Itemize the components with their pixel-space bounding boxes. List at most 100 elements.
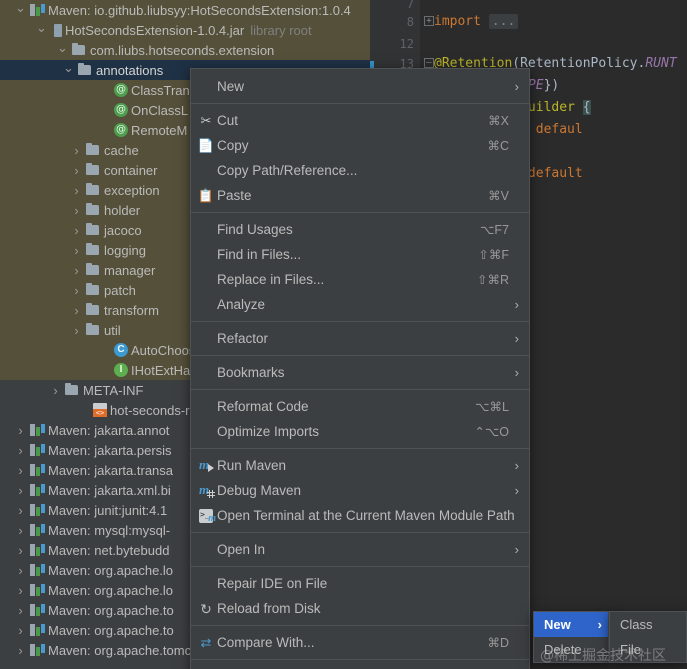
tree-expand-arrow[interactable] <box>14 584 27 597</box>
tree-expand-arrow[interactable] <box>14 424 27 437</box>
tree-row-label: META-INF <box>83 382 144 398</box>
tree-row-label: Maven: jakarta.xml.bi <box>48 482 171 498</box>
menu-item-icon <box>195 331 217 347</box>
tree-expand-arrow[interactable] <box>35 24 48 37</box>
menu-item[interactable]: Bookmarks › <box>191 360 529 385</box>
maven-icon <box>29 522 45 538</box>
clipboard-icon: 📋 <box>197 187 215 203</box>
tree-expand-arrow[interactable] <box>70 264 83 277</box>
menu-separator <box>191 212 529 213</box>
menu-item[interactable]: ✂ Cut ⌘X <box>191 108 529 133</box>
tree-expand-arrow[interactable] <box>14 644 27 657</box>
tree-row-label: Maven: org.apache.to <box>48 602 174 618</box>
code-keyword-import: import <box>434 14 481 29</box>
annotation-icon: @ <box>114 123 128 137</box>
tree-expand-arrow[interactable] <box>49 384 62 397</box>
menu-item[interactable]: Analyze › <box>191 292 529 317</box>
menu-item-icon <box>195 79 217 95</box>
menu-item-label: Find in Files... <box>217 247 302 262</box>
menu-item[interactable]: Replace in Files... ⇧⌘R <box>191 267 529 292</box>
tree-expand-arrow[interactable] <box>70 284 83 297</box>
menu-item[interactable]: ↻ Reload from Disk <box>191 596 529 621</box>
menu-item[interactable]: Copy Path/Reference... <box>191 158 529 183</box>
tree-expand-arrow[interactable] <box>70 224 83 237</box>
menu-item-icon <box>195 482 217 499</box>
menu-separator <box>191 355 529 356</box>
menu-item-icon <box>195 576 217 592</box>
new-submenu[interactable]: Class File <box>609 611 687 663</box>
tree-row[interactable]: Maven: io.github.liubsyy:HotSecondsExten… <box>0 0 370 20</box>
menu-item[interactable]: 📄 Copy ⌘C <box>191 133 529 158</box>
tree-row-label: manager <box>104 262 156 278</box>
menu-item-icon: 📋 <box>195 188 217 204</box>
tree-row-label: Maven: org.apache.to <box>48 622 174 638</box>
folder-icon <box>85 302 101 318</box>
tree-expand-arrow[interactable] <box>14 444 27 457</box>
menu-item[interactable]: Refactor › <box>191 326 529 351</box>
menu-item-label: Refactor <box>217 331 269 346</box>
menu-item[interactable]: Optimize Imports ⌃⌥O <box>191 419 529 444</box>
jareditor-submenu[interactable]: New › Delete <box>533 611 609 663</box>
menu-item-label: Cut <box>217 113 239 128</box>
menu-item-label: Compare With... <box>217 635 315 650</box>
tree-expand-arrow[interactable] <box>70 204 83 217</box>
menu-item[interactable]: Debug Maven › <box>191 478 529 503</box>
tree-expand-arrow[interactable] <box>70 144 83 157</box>
menu-item[interactable]: ⇄ Compare With... ⌘D <box>191 630 529 655</box>
folder-icon <box>85 162 101 178</box>
tree-expand-arrow[interactable] <box>14 624 27 637</box>
tree-expand-arrow[interactable] <box>62 64 75 77</box>
fold-expand-icon[interactable]: + <box>424 16 434 26</box>
submenu-item[interactable]: Delete <box>534 637 608 662</box>
context-menu[interactable]: New › ✂ Cut ⌘X 📄 Copy ⌘C Copy Path/Reference... 📋… <box>190 68 530 669</box>
tree-expand-arrow[interactable] <box>14 4 27 17</box>
copy-icon: 📄 <box>197 137 215 153</box>
tree-expand-arrow[interactable] <box>14 544 27 557</box>
menu-item[interactable]: Reformat Code ⌥⌘L <box>191 394 529 419</box>
tree-expand-arrow[interactable] <box>14 604 27 617</box>
menu-item-icon <box>195 297 217 313</box>
submenu-item[interactable]: File <box>610 637 686 662</box>
menu-item[interactable]: Open Terminal at the Current Maven Modul… <box>191 503 529 528</box>
menu-item[interactable]: Run Maven › <box>191 453 529 478</box>
menu-item[interactable]: 📋 Paste ⌘V <box>191 183 529 208</box>
chevron-right-icon: › <box>514 331 519 346</box>
tree-expand-arrow[interactable] <box>14 504 27 517</box>
tree-expand-arrow[interactable] <box>14 484 27 497</box>
menu-item-shortcut: ⌃⌥O <box>474 425 509 439</box>
submenu-item[interactable]: New › <box>534 612 608 637</box>
maven-icon <box>29 622 45 638</box>
tree-expand-arrow[interactable] <box>70 244 83 257</box>
menu-item[interactable]: Find Usages ⌥F7 <box>191 217 529 242</box>
menu-item-label: Bookmarks <box>217 365 285 380</box>
menu-item-label: Debug Maven <box>217 483 302 498</box>
tree-expand-arrow[interactable] <box>70 304 83 317</box>
menu-item[interactable]: Open In › <box>191 537 529 562</box>
menu-separator <box>191 448 529 449</box>
submenu-item[interactable]: Class <box>610 612 686 637</box>
tree-expand-arrow[interactable] <box>70 184 83 197</box>
menu-item[interactable]: Repair IDE on File <box>191 571 529 596</box>
menu-item[interactable]: External Tools› <box>191 664 529 669</box>
tree-expand-arrow[interactable] <box>56 44 69 57</box>
folder-icon <box>71 42 87 58</box>
tree-row[interactable]: HotSecondsExtension-1.0.4.jar library roo… <box>0 20 370 40</box>
menu-item-shortcut: ⌘D <box>487 636 509 650</box>
tree-row-label: Maven: mysql:mysql- <box>48 522 171 538</box>
import-folded-dots: ... <box>488 14 519 29</box>
menu-item[interactable]: New › <box>191 74 529 99</box>
gutter-line-number: 12 <box>399 37 414 51</box>
chevron-right-icon: › <box>514 297 519 312</box>
code-retentionpolicy: RetentionPolicy. <box>520 56 646 71</box>
tree-expand-arrow[interactable] <box>70 164 83 177</box>
submenu-item-label: Delete <box>544 642 582 657</box>
tree-expand-arrow[interactable] <box>70 324 83 337</box>
menu-item[interactable]: Find in Files... ⇧⌘F <box>191 242 529 267</box>
tree-expand-arrow[interactable] <box>14 524 27 537</box>
tree-row[interactable]: com.liubs.hotseconds.extension <box>0 40 370 60</box>
tree-row-muted-label: library root <box>250 22 312 38</box>
tree-expand-arrow[interactable] <box>14 564 27 577</box>
menu-separator <box>191 625 529 626</box>
fold-collapse-icon[interactable]: – <box>424 58 434 68</box>
tree-expand-arrow[interactable] <box>14 464 27 477</box>
